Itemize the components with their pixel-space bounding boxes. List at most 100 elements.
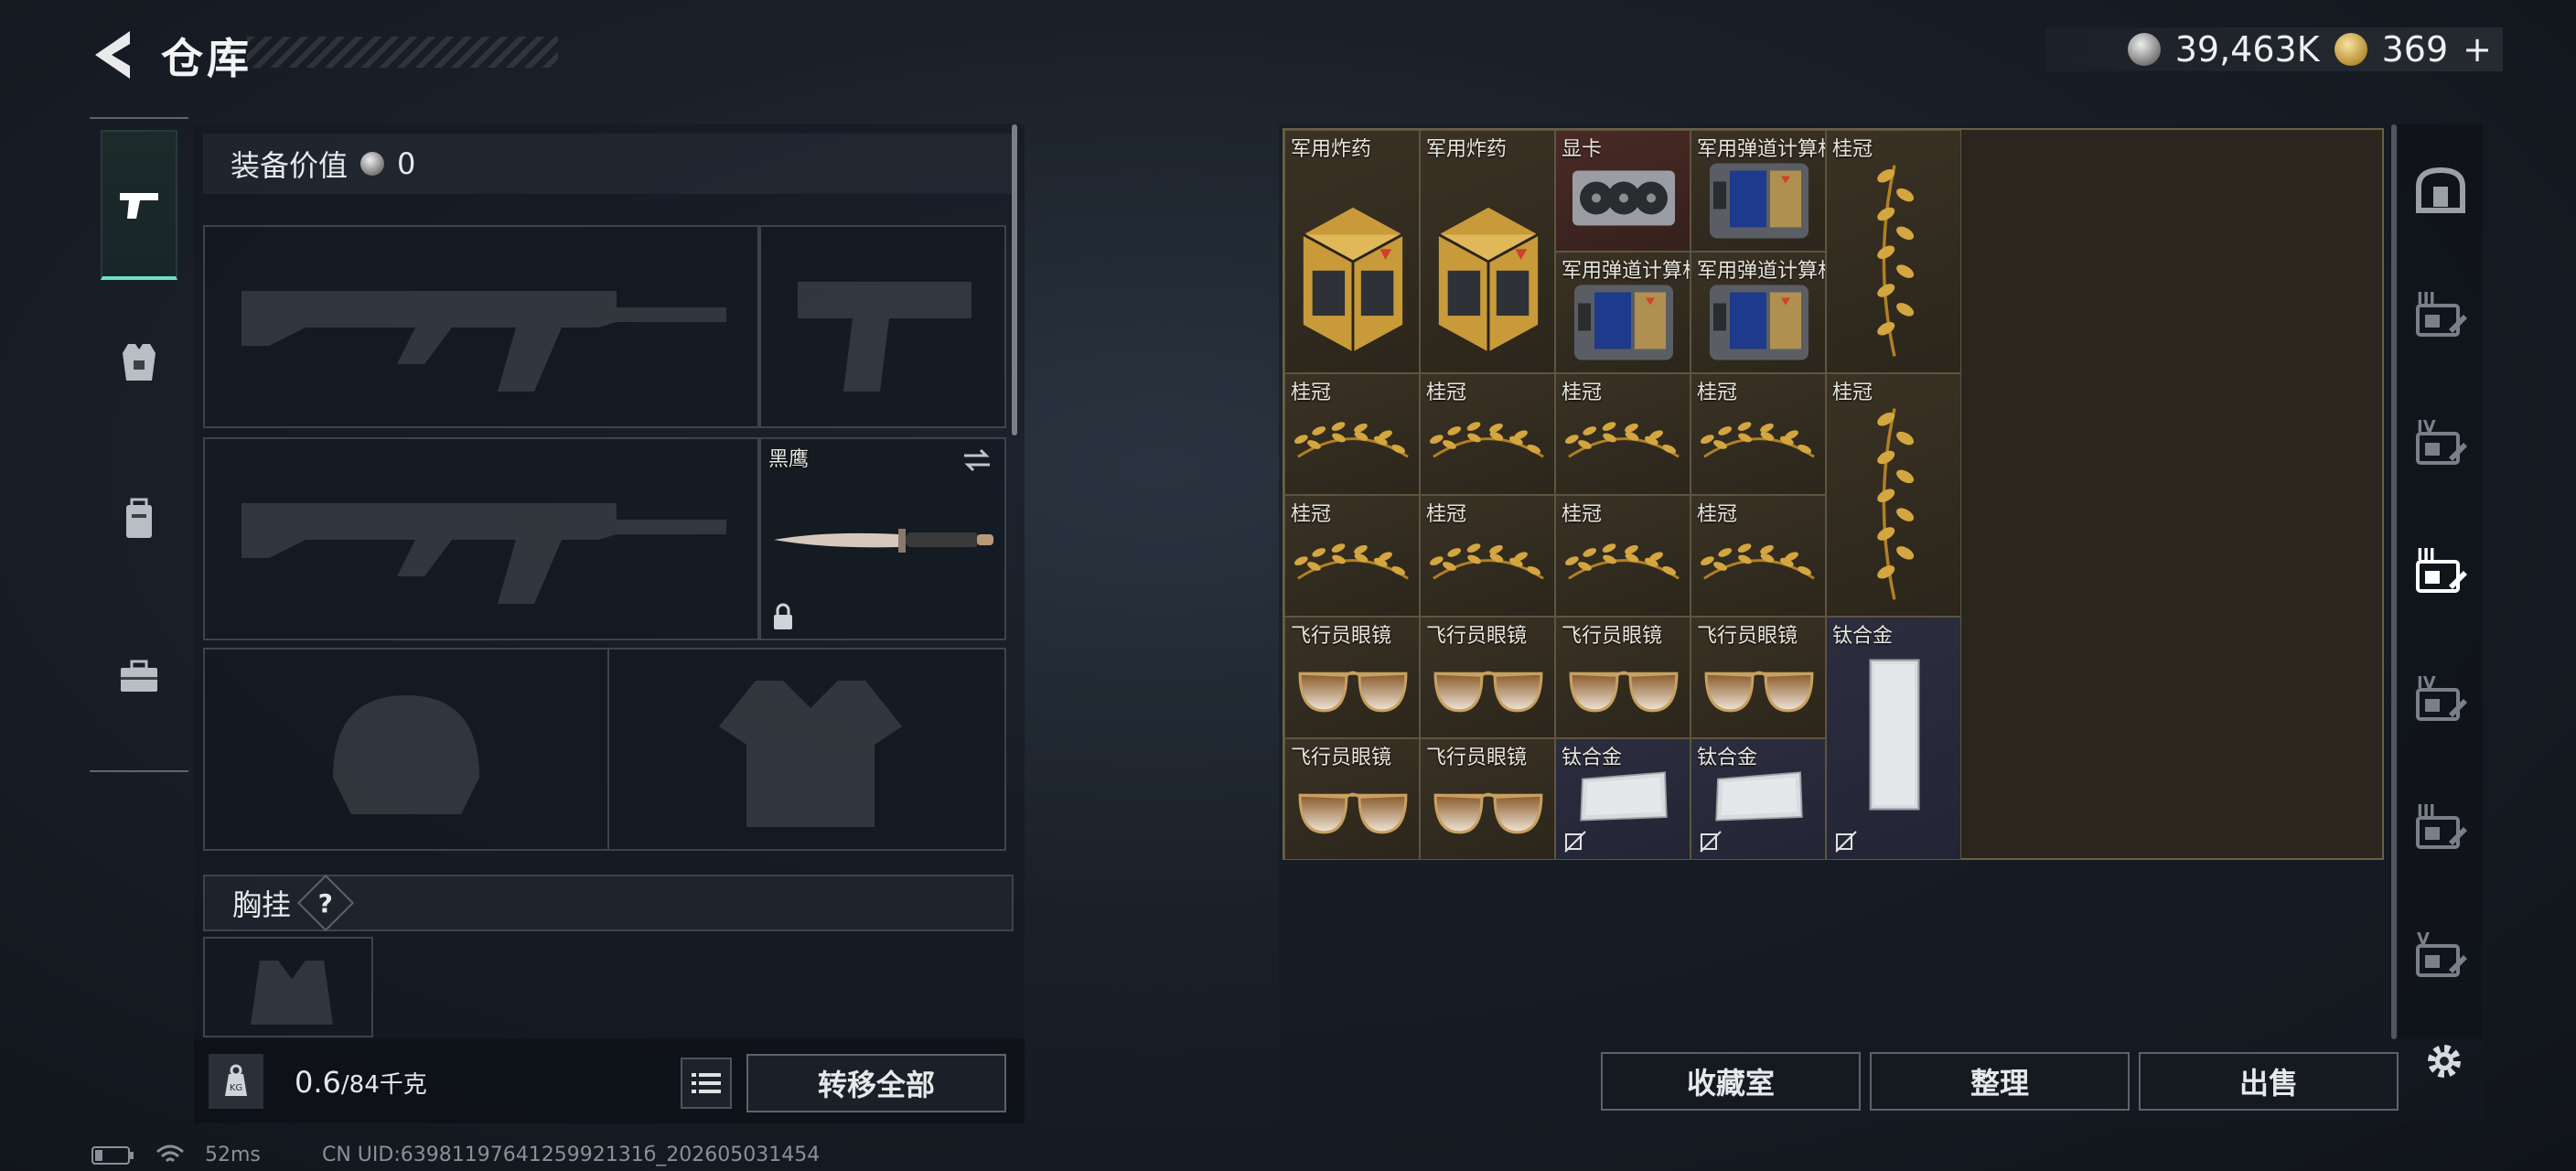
tab-armor[interactable] [101,287,177,437]
category-tier-1[interactable]: III [2408,284,2474,349]
armor-slot[interactable] [607,648,1006,851]
inventory-item[interactable]: 桂冠 [1555,373,1690,495]
item-name: 桂冠 [1562,381,1603,404]
sell-button[interactable]: 出售 [2139,1052,2399,1111]
item-name: 桂冠 [1291,381,1332,404]
category-tier-2[interactable]: IV [2408,412,2474,478]
inventory-item[interactable]: 军用炸药 [1420,130,1555,373]
melee-slot[interactable]: 黑鹰 [759,437,1006,640]
item-name: 桂冠 [1832,381,1873,404]
category-tier-6[interactable]: V [2408,924,2474,990]
category-tier-label: III [2417,289,2436,308]
tab-weapons[interactable] [101,130,177,280]
item-name: 飞行员眼镜 [1697,625,1798,648]
item-name: 显卡 [1562,138,1603,161]
item-name: 桂冠 [1291,503,1332,526]
transfer-all-button[interactable]: 转移全部 [746,1054,1006,1112]
tab-case[interactable] [101,602,177,752]
equipment-scrollbar[interactable] [1012,124,1017,435]
item-name: 桂冠 [1697,381,1738,404]
add-gold-button[interactable]: + [2463,29,2492,70]
category-safe-box[interactable] [2408,157,2474,223]
item-name: 钛合金 [1832,625,1894,648]
inventory-item[interactable]: 钛合金 [1826,617,1961,860]
equipment-panel: 装备价值 0 黑鹰 胸挂 ? KG 0.6/84千克 转移全部 [194,124,1025,1123]
rifle-silhouette-icon [242,503,726,604]
item-name: 军用炸药 [1426,138,1508,161]
silver-coin-icon [2127,33,2161,66]
inventory-panel: 军用炸药 军用炸药 显卡 军用弹道计算机 桂冠 军用弹道计算机 军用弹道计算机 … [1279,124,2485,1122]
sort-button[interactable]: 整理 [1870,1052,2130,1111]
category-tier-label: III [2417,545,2436,564]
inventory-item[interactable]: 桂冠 [1420,495,1555,617]
inventory-item[interactable]: 桂冠 [1284,373,1420,495]
inventory-item[interactable]: 桂冠 [1690,373,1826,495]
lock-icon [774,603,792,629]
no-sell-icon [1835,831,1857,853]
chest-rig-slot[interactable] [203,937,373,1037]
knife-item-icon [774,529,993,553]
inventory-item[interactable]: 显卡 [1555,130,1690,252]
equipment-value-row: 装备价值 0 [203,134,1014,194]
equipment-footer: KG 0.6/84千克 转移全部 [194,1039,1025,1123]
help-icon[interactable]: ? [296,874,355,932]
silver-coin-icon [360,152,385,176]
item-name: 飞行员眼镜 [1291,747,1392,769]
inventory-item[interactable]: 军用弹道计算机 [1690,252,1826,373]
carry-weight: 0.6/84千克 [295,1065,427,1100]
inventory-item[interactable]: 飞行员眼镜 [1420,617,1555,738]
category-tier-5[interactable]: III [2408,796,2474,862]
inventory-item[interactable]: 军用弹道计算机 [1555,252,1690,373]
pistol-icon [120,193,158,219]
category-tier-4[interactable]: IV [2408,668,2474,734]
helmet-slot[interactable] [203,648,609,851]
gold-amount: 369 [2381,29,2449,70]
equipment-value: 0 [397,146,416,181]
gold-coin-icon [2334,33,2367,66]
inventory-item[interactable]: 桂冠 [1555,495,1690,617]
inventory-grid: 军用炸药 军用炸药 显卡 军用弹道计算机 桂冠 军用弹道计算机 军用弹道计算机 … [1283,128,2384,860]
settings-button[interactable] [2415,1032,2474,1090]
vest-icon [123,344,156,381]
rifle-silhouette-icon [242,291,726,392]
item-name: 桂冠 [1697,503,1738,526]
category-tier-label: IV [2417,673,2436,693]
inventory-item[interactable]: 桂冠 [1284,495,1420,617]
inventory-item[interactable]: 飞行员眼镜 [1690,617,1826,738]
item-name: 飞行员眼镜 [1291,625,1392,648]
item-name: 飞行员眼镜 [1426,625,1528,648]
pistol-silhouette-icon [798,282,971,392]
inventory-item[interactable]: 军用炸药 [1284,130,1420,373]
inventory-item[interactable]: 飞行员眼镜 [1420,738,1555,860]
no-sell-icon [1564,831,1586,853]
chest-rig-row: 胸挂 ? [203,874,1014,932]
chest-rig-silhouette-icon [251,961,333,1025]
category-tier-label: V [2417,929,2430,949]
inventory-item[interactable]: 飞行员眼镜 [1555,617,1690,738]
inventory-item[interactable]: 桂冠 [1826,373,1961,617]
swap-icon[interactable] [961,446,993,474]
inventory-item[interactable]: 桂冠 [1826,130,1961,373]
wifi-icon [156,1144,184,1162]
inventory-item[interactable]: 桂冠 [1420,373,1555,495]
secondary-weapon-slot[interactable] [759,225,1006,428]
weight-icon: KG [209,1054,263,1109]
status-bar: 52ms [91,1144,261,1166]
back-button[interactable] [88,27,139,82]
category-scrollbar[interactable] [2391,124,2397,1039]
category-tier-label: III [2417,801,2436,821]
collection-room-button[interactable]: 收藏室 [1601,1052,1861,1111]
inventory-item[interactable]: 军用弹道计算机 [1690,130,1826,252]
primary-weapon-slot[interactable] [203,225,759,428]
backpack-icon [126,498,152,538]
inventory-item[interactable]: 钛合金 [1690,738,1826,860]
inventory-item[interactable]: 飞行员眼镜 [1284,617,1420,738]
tertiary-weapon-slot[interactable] [203,437,759,640]
category-tier-3[interactable]: III [2408,540,2474,606]
tab-backpack[interactable] [101,445,177,595]
list-view-button[interactable] [681,1058,732,1109]
silver-amount: 39,463K [2174,29,2320,70]
inventory-item[interactable]: 钛合金 [1555,738,1690,860]
inventory-item[interactable]: 飞行员眼镜 [1284,738,1420,860]
inventory-item[interactable]: 桂冠 [1690,495,1826,617]
